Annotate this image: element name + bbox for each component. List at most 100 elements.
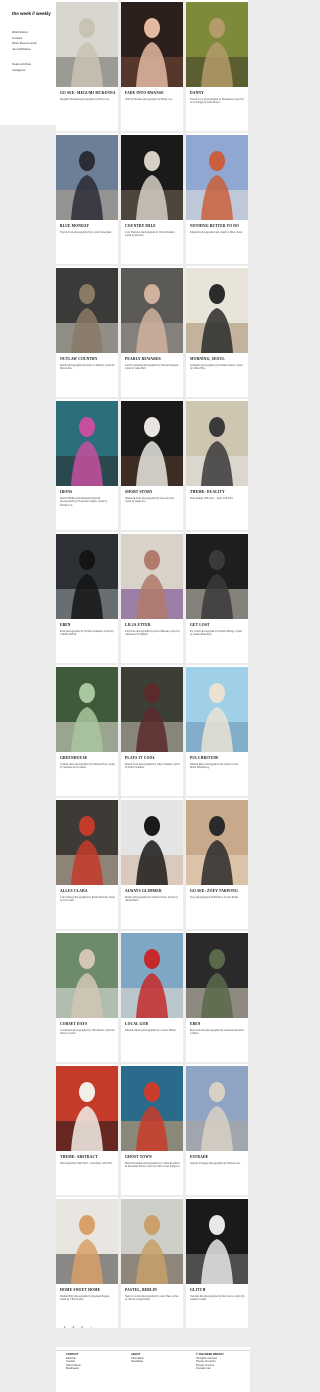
article-card[interactable]: HOME SWEET HOME Pauline Billy photographe… xyxy=(56,1197,118,1328)
article-photo[interactable] xyxy=(186,135,248,220)
article-photo[interactable] xyxy=(121,933,183,1018)
article-photo[interactable] xyxy=(186,401,248,486)
article-card[interactable]: PASTEL, BERLIN Nancy Cotonin photographed… xyxy=(121,1197,183,1328)
article-title[interactable]: GET LOST xyxy=(190,623,246,627)
article-card[interactable]: MORNING, SEOUL Seungmin photographed by K… xyxy=(186,266,248,397)
article-photo[interactable] xyxy=(56,1199,118,1284)
article-photo[interactable] xyxy=(186,268,248,353)
article-title[interactable]: GO SEE: MEGUMI MCKENNA xyxy=(60,91,116,95)
article-photo[interactable] xyxy=(186,534,248,619)
nav-link[interactable]: Instagram xyxy=(12,68,31,74)
article-title[interactable]: PEARLY REWARDS xyxy=(125,357,181,361)
article-card[interactable]: SHORT STORY Shauna & Tesla photographed b… xyxy=(121,399,183,530)
article-card[interactable]: IRONS Marita Phillips and Malaiqui Nabera… xyxy=(56,399,118,530)
article-card[interactable]: GO SEE: MEGUMI MCKENNA Megumi McKenna pho… xyxy=(56,0,118,131)
article-title[interactable]: GHOST TOWN xyxy=(125,1155,181,1159)
article-title[interactable]: NOTHING BETTER TO DO xyxy=(190,224,246,228)
article-title[interactable]: GLITCH xyxy=(190,1288,246,1292)
article-title[interactable]: GREENHOUSE xyxy=(60,756,116,760)
article-title[interactable]: LOCAL GOD xyxy=(125,1022,181,1026)
article-card[interactable]: CORSET DAYS Ceri Peneda photographed by V… xyxy=(56,931,118,1062)
article-card[interactable]: EBEN Eben Lettorme photographed by Anasta… xyxy=(186,931,248,1062)
article-photo[interactable] xyxy=(56,534,118,619)
article-card[interactable]: THEME: ABSTRACT Print September 20th 2021… xyxy=(56,1064,118,1195)
article-photo[interactable] xyxy=(186,800,248,885)
article-photo[interactable] xyxy=(121,268,183,353)
article-card[interactable]: LOCAL GOD Nnamdi Okonta photographed by C… xyxy=(121,931,183,1062)
article-card[interactable]: GHOST TOWN Merna Rosenthal photographed b… xyxy=(121,1064,183,1195)
nav-link[interactable]: Journal/Notes xyxy=(12,47,36,53)
article-card[interactable]: COUNTRY MILE Cole Thomson photographed by… xyxy=(121,133,183,264)
article-card[interactable]: PEARLY REWARDS Kate Kozjanicki photograph… xyxy=(121,266,183,397)
article-title[interactable]: IRONS xyxy=(60,490,116,494)
article-title[interactable]: PLAYS IT COOL xyxy=(125,756,181,760)
article-title[interactable]: HOME SWEET HOME xyxy=(60,1288,116,1292)
article-card[interactable]: OUTLAW COUNTRY Martha photographed by Reb… xyxy=(56,266,118,397)
article-card[interactable]: ALWAYS GLIMMER Mariko photographed by Jen… xyxy=(121,798,183,929)
article-card[interactable]: FADE INTO BWANSE Stills by Bwanse photogr… xyxy=(121,0,183,131)
next-page-link[interactable]: → xyxy=(90,1325,93,1329)
article-card[interactable]: THEME: DUALITY Print themes 19th 2021 – A… xyxy=(186,399,248,530)
article-photo[interactable] xyxy=(121,800,183,885)
article-photo[interactable] xyxy=(186,1199,248,1284)
article-photo[interactable] xyxy=(121,2,183,87)
article-photo[interactable] xyxy=(56,933,118,1018)
article-photo[interactable] xyxy=(56,800,118,885)
article-card[interactable]: GREENHOUSE Carmen rubes photographed by M… xyxy=(56,665,118,796)
article-photo[interactable] xyxy=(186,667,248,752)
article-title[interactable]: COUNTRY MILE xyxy=(125,224,181,228)
article-photo[interactable] xyxy=(121,1066,183,1151)
article-title[interactable]: ALWAYS GLIMMER xyxy=(125,889,181,893)
article-title[interactable]: EBEN xyxy=(190,1022,246,1026)
article-photo[interactable] xyxy=(186,1066,248,1151)
article-title[interactable]: EBEN xyxy=(60,623,116,627)
article-photo[interactable] xyxy=(186,933,248,1018)
article-title[interactable]: LILJA ETTER xyxy=(125,623,181,627)
article-card[interactable]: ESTRADE Segonix Polanger photographed by … xyxy=(186,1064,248,1195)
article-title[interactable]: GO SEE: ZOEY TARPONG xyxy=(190,889,246,893)
article-card[interactable]: LILJA ETTER Lilja Etter photographed by P… xyxy=(121,532,183,663)
article-photo[interactable] xyxy=(56,401,118,486)
article-title[interactable]: PULCHRITUDE xyxy=(190,756,246,760)
article-photo[interactable] xyxy=(56,1066,118,1151)
nav-link[interactable]: Work Recent work xyxy=(12,41,36,47)
article-title[interactable]: SHORT STORY xyxy=(125,490,181,494)
article-title[interactable]: MORNING, SEOUL xyxy=(190,357,246,361)
article-photo[interactable] xyxy=(56,2,118,87)
article-card[interactable]: PLAYS IT COOL Martin Scott photographed b… xyxy=(121,665,183,796)
footer-link[interactable]: Contact mail xyxy=(196,1367,224,1371)
article-card[interactable]: ALLES CLARA Clara Stauss photographed by … xyxy=(56,798,118,929)
article-title[interactable]: THEME: ABSTRACT xyxy=(60,1155,116,1159)
article-photo[interactable] xyxy=(121,667,183,752)
page-link[interactable]: 3 xyxy=(81,1325,83,1329)
article-card[interactable]: NOTHING BETTER TO DO Kingdom photographed… xyxy=(186,133,248,264)
article-card[interactable]: EBEN Eben photographed by Thomas Summers,… xyxy=(56,532,118,663)
article-title[interactable]: ESTRADE xyxy=(190,1155,246,1159)
article-title[interactable]: PASTEL, BERLIN xyxy=(125,1288,181,1292)
article-photo[interactable] xyxy=(121,534,183,619)
article-photo[interactable] xyxy=(56,667,118,752)
article-photo[interactable] xyxy=(121,135,183,220)
article-title[interactable]: CORSET DAYS xyxy=(60,1022,116,1026)
nav-link[interactable]: Studio Archive xyxy=(12,62,31,68)
page-link[interactable]: 1 xyxy=(64,1325,66,1329)
article-card[interactable]: GLITCH Nevanne Ria photographed by Ria So… xyxy=(186,1197,248,1328)
article-title[interactable]: OUTLAW COUNTRY xyxy=(60,357,116,361)
article-title[interactable]: FADE INTO BWANSE xyxy=(125,91,181,95)
article-card[interactable]: DANNY Evie & Cory photographed by Madelei… xyxy=(186,0,248,131)
article-card[interactable]: GET LOST Ko Canon photographed by Dmitri … xyxy=(186,532,248,663)
footer-link[interactable]: Newsletter xyxy=(131,1360,144,1364)
article-photo[interactable] xyxy=(186,2,248,87)
site-logo[interactable]: the week // weekly xyxy=(12,11,51,16)
article-title[interactable]: ALLES CLARA xyxy=(60,889,116,893)
article-card[interactable]: GO SEE: ZOEY TARPONG Zoey photographed in… xyxy=(186,798,248,929)
article-card[interactable]: PULCHRITUDE Richard Rhie photographed and… xyxy=(186,665,248,796)
article-title[interactable]: DANNY xyxy=(190,91,246,95)
article-photo[interactable] xyxy=(121,1199,183,1284)
article-card[interactable]: BLUE MONDAY Eyal & Tosia photographed by … xyxy=(56,133,118,264)
footer-link[interactable]: Mastheads xyxy=(66,1367,81,1371)
page-link[interactable]: 2 xyxy=(73,1325,75,1329)
article-photo[interactable] xyxy=(121,401,183,486)
article-photo[interactable] xyxy=(56,135,118,220)
article-title[interactable]: THEME: DUALITY xyxy=(190,490,246,494)
